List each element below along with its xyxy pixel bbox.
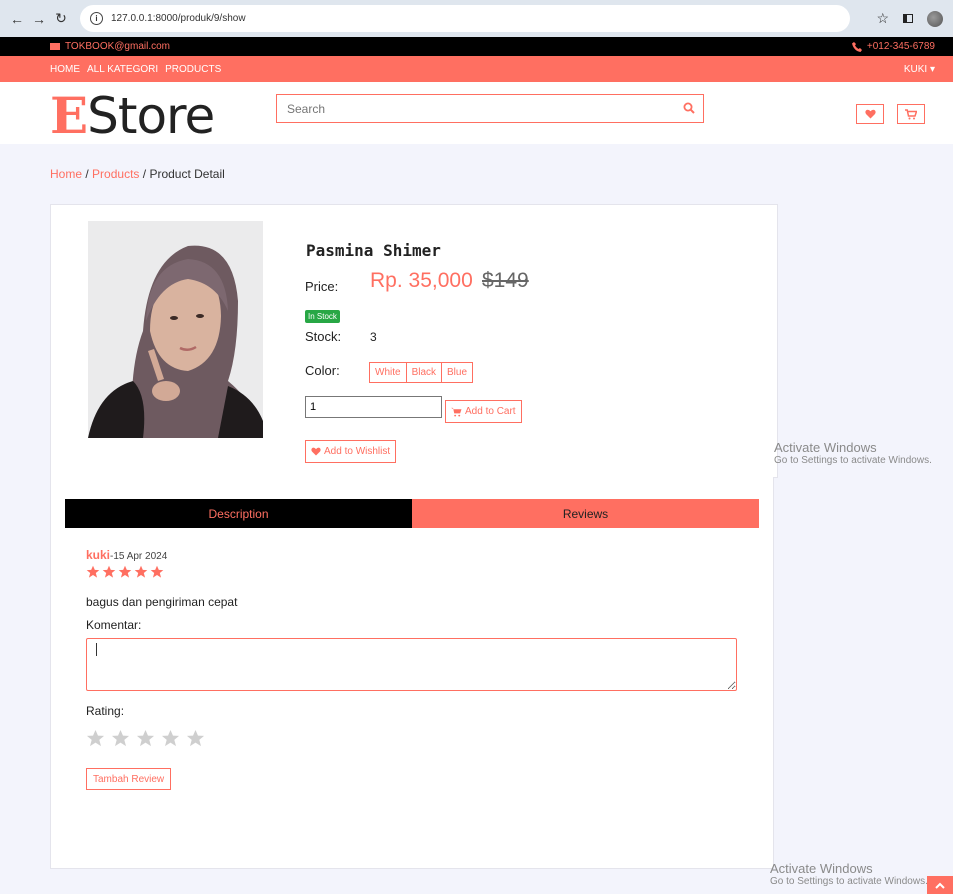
product-tabs: Description Reviews <box>65 499 759 528</box>
phone-text: +012-345-6789 <box>866 41 935 52</box>
breadcrumb: Home / Products / Product Detail <box>50 167 225 181</box>
profile-avatar-icon[interactable] <box>927 10 943 27</box>
back-icon[interactable]: ← <box>6 11 28 27</box>
add-to-wishlist-label: Add to Wishlist <box>324 446 391 457</box>
envelope-icon <box>50 43 60 50</box>
rating-label: Rating: <box>86 704 125 718</box>
comment-label: Komentar: <box>86 618 142 632</box>
address-bar[interactable]: i 127.0.0.1:8000/produk/9/show <box>80 5 850 32</box>
breadcrumb-current: Product Detail <box>149 167 225 181</box>
search-input[interactable] <box>287 101 667 116</box>
watermark-subtitle: Go to Settings to activate Windows. <box>770 876 928 887</box>
user-menu-dropdown[interactable]: KUKI ▾ <box>904 64 935 75</box>
review-text: bagus dan pengiriman cepat <box>86 595 238 609</box>
rating-star-3[interactable] <box>136 729 155 748</box>
forward-icon[interactable]: → <box>28 11 50 27</box>
add-to-cart-label: Add to Cart <box>465 406 516 417</box>
star-icon <box>102 565 116 578</box>
color-options: White Black Blue <box>369 362 474 383</box>
star-icon <box>118 565 132 578</box>
color-option-black[interactable]: Black <box>405 362 443 383</box>
contact-email: TOKBOOK@gmail.com <box>50 41 170 52</box>
text-caret <box>96 643 97 656</box>
color-label: Color: <box>305 363 340 378</box>
add-to-cart-button[interactable]: Add to Cart <box>445 400 522 423</box>
nav-products[interactable]: PRODUCTS <box>165 64 221 75</box>
url-text: 127.0.0.1:8000/produk/9/show <box>111 13 246 24</box>
logo-text: Store <box>87 87 215 145</box>
product-photo <box>88 221 263 438</box>
search-icon[interactable] <box>683 102 695 114</box>
site-header: EStore <box>0 82 953 145</box>
add-to-wishlist-button[interactable]: Add to Wishlist <box>305 440 397 463</box>
wishlist-button[interactable] <box>856 104 884 124</box>
contact-bar: TOKBOOK@gmail.com +012-345-6789 <box>0 37 953 56</box>
breadcrumb-products[interactable]: Products <box>92 167 139 181</box>
review-author: kuki-15 Apr 2024 <box>86 548 167 562</box>
nav-all-kategori[interactable]: ALL KATEGORI <box>87 64 158 75</box>
watermark-subtitle: Go to Settings to activate Windows. <box>774 455 932 466</box>
rating-star-5[interactable] <box>186 729 205 748</box>
stock-label: Stock: <box>305 329 342 344</box>
nav-home[interactable]: HOME <box>50 64 80 75</box>
star-icon <box>86 565 100 578</box>
rating-star-1[interactable] <box>86 729 105 748</box>
activate-windows-watermark: Activate Windows Go to Settings to activ… <box>774 440 932 466</box>
product-image <box>88 221 263 438</box>
stock-status-badge: In Stock <box>305 310 340 323</box>
side-panel-icon[interactable] <box>903 14 913 23</box>
heart-icon <box>864 109 876 119</box>
color-option-blue[interactable]: Blue <box>441 362 474 383</box>
watermark-title: Activate Windows <box>774 440 877 455</box>
search-box <box>276 94 704 123</box>
logo-letter: E <box>50 86 88 145</box>
site-info-icon[interactable]: i <box>90 12 103 25</box>
product-price: Rp. 35,000 <box>370 269 473 292</box>
rating-input <box>86 729 205 748</box>
breadcrumb-separator: / <box>142 167 147 181</box>
product-name: Pasmina Shimer <box>306 241 441 260</box>
browser-toolbar: ← → ↻ i 127.0.0.1:8000/produk/9/show ☆ <box>0 0 953 37</box>
cart-button[interactable] <box>897 104 925 124</box>
heart-icon <box>311 447 321 456</box>
store-logo[interactable]: EStore <box>50 86 215 145</box>
scroll-to-top-button[interactable] <box>927 876 953 894</box>
review-rating <box>86 565 164 579</box>
stock-value: 3 <box>370 330 377 344</box>
star-icon <box>150 565 164 578</box>
chevron-up-icon <box>935 882 945 889</box>
star-icon <box>134 565 148 578</box>
reload-icon[interactable]: ↻ <box>50 10 72 27</box>
watermark-title: Activate Windows <box>770 861 873 876</box>
breadcrumb-home[interactable]: Home <box>50 167 82 181</box>
phone-icon <box>851 41 862 52</box>
bookmark-star-icon[interactable]: ☆ <box>876 10 889 27</box>
tab-description[interactable]: Description <box>65 499 412 528</box>
main-nav: HOME ALL KATEGORI PRODUCTS KUKI ▾ <box>0 56 953 82</box>
breadcrumb-separator: / <box>85 167 89 181</box>
review-username: kuki <box>86 548 111 562</box>
comment-textarea[interactable] <box>86 638 737 691</box>
rating-star-2[interactable] <box>111 729 130 748</box>
review-date: -15 Apr 2024 <box>110 551 168 562</box>
color-option-white[interactable]: White <box>369 362 407 383</box>
contact-phone: +012-345-6789 <box>851 41 935 52</box>
cart-icon <box>905 108 917 119</box>
email-text: TOKBOOK@gmail.com <box>65 41 170 52</box>
activate-windows-watermark: Activate Windows Go to Settings to activ… <box>770 861 930 887</box>
price-label: Price: <box>305 279 339 294</box>
tab-reviews[interactable]: Reviews <box>412 499 759 528</box>
cart-icon <box>451 407 462 417</box>
rating-star-4[interactable] <box>161 729 180 748</box>
quantity-input[interactable] <box>305 396 442 418</box>
product-old-price: $149 <box>482 269 529 292</box>
submit-review-button[interactable]: Tambah Review <box>86 768 172 790</box>
